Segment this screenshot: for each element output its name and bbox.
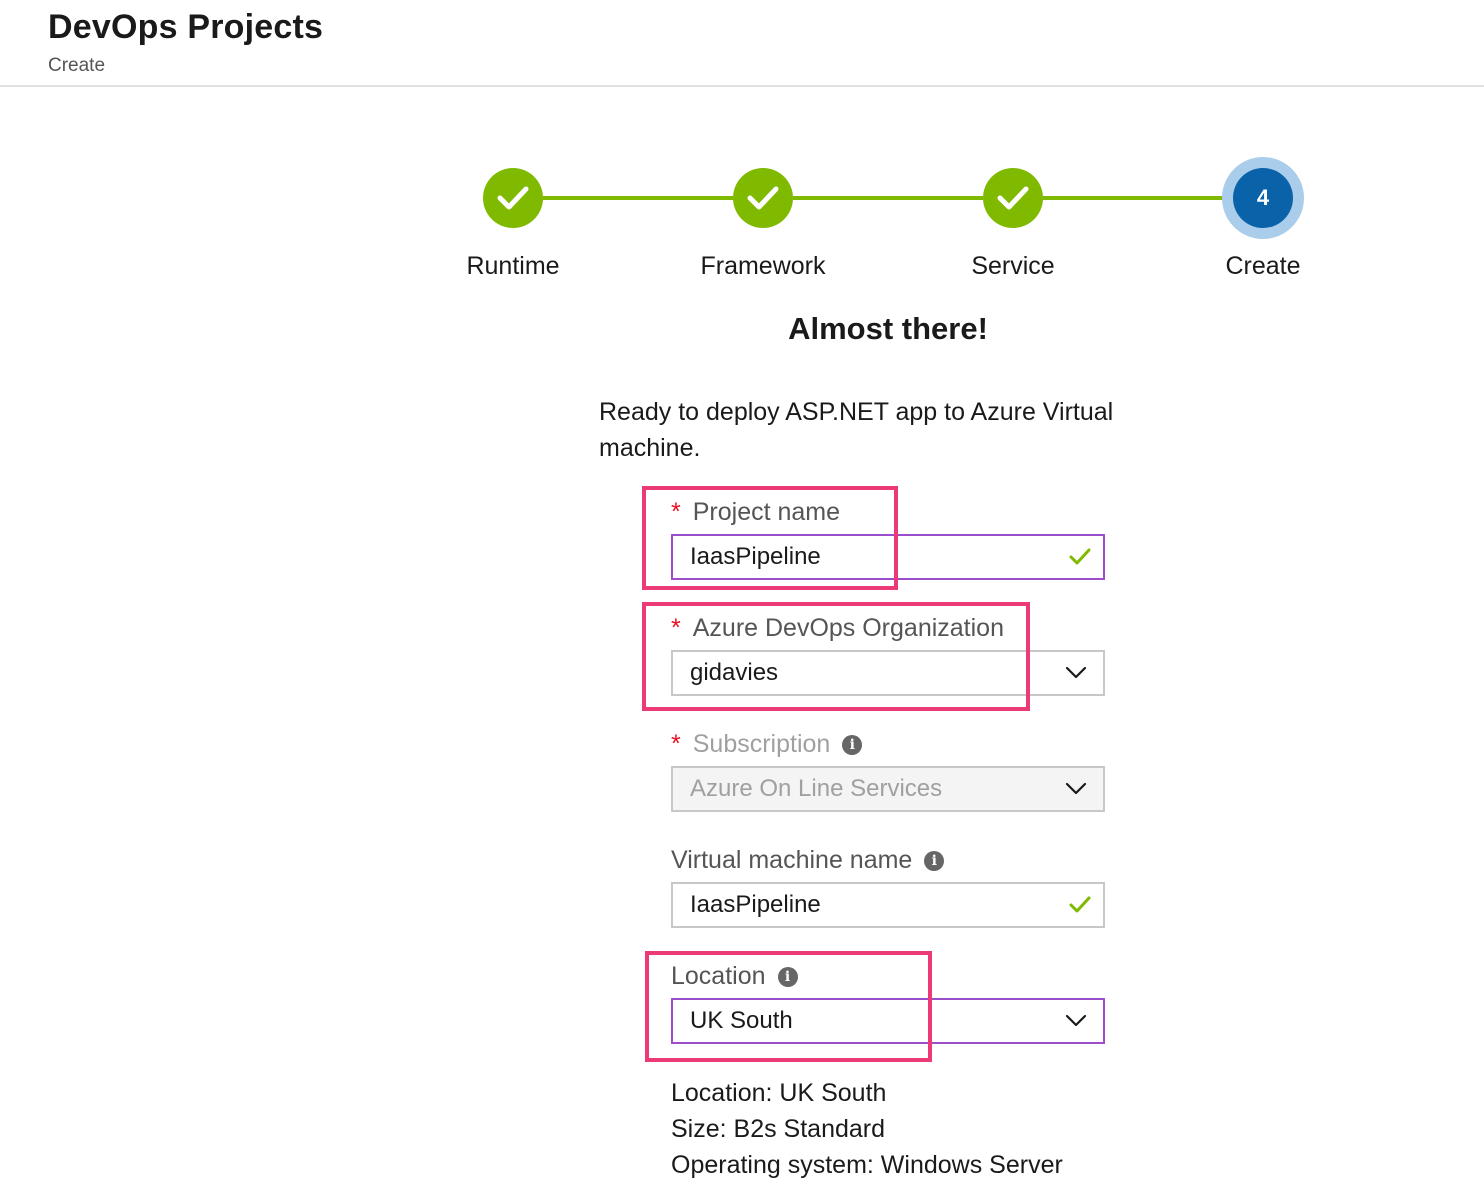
summary-location: Location: UK South — [671, 1079, 887, 1107]
step-service-complete[interactable] — [983, 168, 1043, 228]
check-icon — [1069, 896, 1091, 913]
step-connector — [543, 196, 733, 200]
summary-size: Size: B2s Standard — [671, 1115, 886, 1143]
subscription-value: Azure On Line Services — [690, 775, 943, 802]
vm-name-label: Virtual machine name i — [671, 846, 945, 875]
required-asterisk: * — [671, 730, 681, 758]
page-title: DevOps Projects — [48, 8, 324, 46]
vm-name-input[interactable]: IaasPipeline — [671, 882, 1105, 928]
annotation-highlight-location — [645, 951, 932, 1062]
step-connector — [793, 196, 983, 200]
info-icon[interactable]: i — [924, 850, 945, 871]
step-framework-complete[interactable] — [733, 168, 793, 228]
section-heading: Almost there! — [788, 311, 988, 346]
chevron-down-icon — [1065, 1014, 1087, 1027]
checkmark-icon — [747, 186, 779, 210]
blade-header: DevOps Projects Create — [0, 0, 1484, 87]
subscription-select: Azure On Line Services — [671, 766, 1105, 812]
subscription-label: * Subscription i — [671, 730, 863, 759]
subscription-label-text: Subscription — [692, 730, 831, 758]
step-runtime-complete[interactable] — [483, 168, 543, 228]
summary-os: Operating system: Windows Server — [671, 1151, 1063, 1179]
step-create-current[interactable]: 4 — [1233, 168, 1293, 228]
vm-name-value: IaasPipeline — [690, 891, 821, 918]
annotation-highlight-organization — [642, 602, 1030, 711]
page-subtitle: Create — [48, 55, 106, 76]
vm-name-label-text: Virtual machine name — [671, 846, 913, 874]
checkmark-icon — [997, 186, 1029, 210]
chevron-down-icon — [1065, 782, 1087, 795]
annotation-highlight-project-name — [642, 486, 898, 590]
check-icon — [1069, 548, 1091, 565]
step-label-create: Create — [1225, 252, 1301, 280]
checkmark-icon — [497, 186, 529, 210]
step-label-service: Service — [971, 252, 1055, 280]
description-text: Ready to deploy ASP.NET app to Azure Vir… — [599, 398, 1114, 462]
chevron-down-icon — [1065, 666, 1087, 679]
step-label-framework: Framework — [700, 252, 826, 280]
step-connector — [1043, 196, 1223, 200]
step-label-runtime: Runtime — [466, 252, 560, 280]
info-icon[interactable]: i — [842, 734, 863, 755]
